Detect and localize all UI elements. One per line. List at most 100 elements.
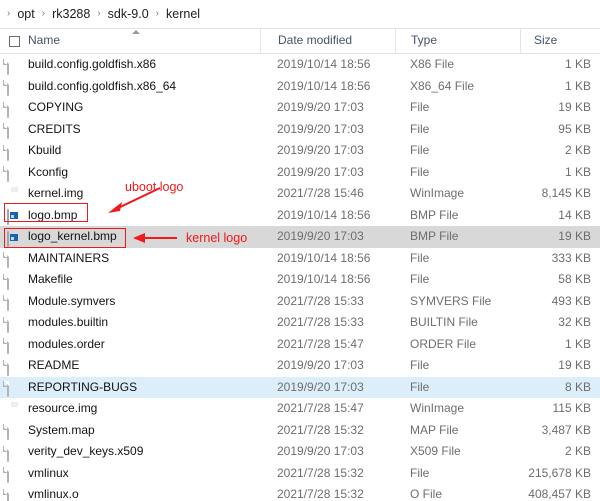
- file-name-cell[interactable]: README: [0, 355, 260, 377]
- file-row[interactable]: CREDITS2019/9/20 17:03File95 KB: [0, 119, 600, 141]
- file-row[interactable]: build.config.goldfish.x86_642019/10/14 1…: [0, 76, 600, 98]
- file-icon-glyph: [7, 102, 9, 118]
- file-row[interactable]: Makefile2019/10/14 18:56File58 KB: [0, 269, 600, 291]
- file-name-cell[interactable]: resource.img: [0, 398, 260, 420]
- file-row[interactable]: logo_kernel.bmp2019/9/20 17:03BMP File19…: [0, 226, 600, 248]
- file-date-modified-cell: 2021/7/28 15:32: [260, 420, 395, 442]
- file-icon-glyph: [7, 295, 9, 311]
- chevron-right-icon: ›: [92, 9, 105, 19]
- file-name-cell[interactable]: REPORTING-BUGS: [0, 377, 260, 399]
- file-type-cell: File: [395, 140, 520, 162]
- file-type-cell: WinImage: [395, 183, 520, 205]
- file-size-cell: 19 KB: [520, 355, 600, 377]
- file-icon: [7, 164, 21, 180]
- column-header-name[interactable]: Name: [0, 28, 260, 54]
- file-name-cell[interactable]: build.config.goldfish.x86: [0, 54, 260, 76]
- file-icon-glyph: [7, 123, 9, 139]
- file-row[interactable]: MAINTAINERS2019/10/14 18:56File333 KB: [0, 248, 600, 270]
- file-row[interactable]: vmlinux.o2021/7/28 15:32O File408,457 KB: [0, 484, 600, 501]
- bmp-icon: [7, 229, 21, 245]
- file-name-cell[interactable]: modules.order: [0, 334, 260, 356]
- file-name-cell[interactable]: Module.symvers: [0, 291, 260, 313]
- file-row[interactable]: Kbuild2019/9/20 17:03File2 KB: [0, 140, 600, 162]
- file-date-modified-cell: 2019/10/14 18:56: [260, 205, 395, 227]
- file-icon: [7, 250, 21, 266]
- file-row[interactable]: modules.order2021/7/28 15:47ORDER File1 …: [0, 334, 600, 356]
- file-date-modified-cell: 2021/7/28 15:32: [260, 463, 395, 485]
- file-date-modified-cell: 2019/9/20 17:03: [260, 119, 395, 141]
- file-name-label: COPYING: [21, 97, 83, 118]
- file-name-cell[interactable]: COPYING: [0, 97, 260, 119]
- file-type-cell: File: [395, 355, 520, 377]
- breadcrumb-item-rk3288[interactable]: rk3288: [50, 6, 92, 22]
- file-icon: [7, 143, 21, 159]
- column-header-date-modified[interactable]: Date modified: [260, 28, 395, 54]
- file-icon-glyph: [7, 489, 9, 501]
- file-type-cell: File: [395, 377, 520, 399]
- file-size-cell: 1 KB: [520, 334, 600, 356]
- file-type-cell: File: [395, 269, 520, 291]
- file-name-cell[interactable]: MAINTAINERS: [0, 248, 260, 270]
- file-icon: [7, 487, 21, 501]
- file-icon-glyph: [7, 381, 9, 397]
- file-row[interactable]: resource.img2021/7/28 15:47WinImage115 K…: [0, 398, 600, 420]
- file-name-label: System.map: [21, 420, 95, 441]
- file-size-cell: 2 KB: [520, 140, 600, 162]
- file-date-modified-cell: 2019/9/20 17:03: [260, 162, 395, 184]
- file-name-cell[interactable]: System.map: [0, 420, 260, 442]
- breadcrumb-item-opt[interactable]: opt: [15, 6, 36, 22]
- file-name-label: MAINTAINERS: [21, 248, 109, 269]
- file-date-modified-cell: 2021/7/28 15:32: [260, 484, 395, 501]
- sort-ascending-icon: [132, 30, 140, 34]
- file-size-cell: 2 KB: [520, 441, 600, 463]
- annotation-label-uboot: uboot logo: [125, 180, 183, 194]
- file-name-cell[interactable]: Makefile: [0, 269, 260, 291]
- file-icon: [7, 315, 21, 331]
- annotation-arrow-kernel: [131, 230, 181, 246]
- file-name-cell[interactable]: vmlinux: [0, 463, 260, 485]
- file-row[interactable]: Module.symvers2021/7/28 15:33SYMVERS Fil…: [0, 291, 600, 313]
- file-row[interactable]: System.map2021/7/28 15:32MAP File3,487 K…: [0, 420, 600, 442]
- file-name-cell[interactable]: Kbuild: [0, 140, 260, 162]
- file-row[interactable]: vmlinux2021/7/28 15:32File215,678 KB: [0, 463, 600, 485]
- breadcrumb-item-kernel[interactable]: kernel: [164, 6, 202, 22]
- file-name-cell[interactable]: build.config.goldfish.x86_64: [0, 76, 260, 98]
- file-row[interactable]: Kconfig2019/9/20 17:03File1 KB: [0, 162, 600, 184]
- file-row[interactable]: logo.bmp2019/10/14 18:56BMP File14 KB: [0, 205, 600, 227]
- file-type-cell: File: [395, 97, 520, 119]
- file-name-cell[interactable]: modules.builtin: [0, 312, 260, 334]
- file-type-cell: File: [395, 463, 520, 485]
- file-size-cell: 3,487 KB: [520, 420, 600, 442]
- file-size-cell: 1 KB: [520, 54, 600, 76]
- column-header-type[interactable]: Type: [395, 28, 520, 54]
- file-row[interactable]: COPYING2019/9/20 17:03File19 KB: [0, 97, 600, 119]
- file-list[interactable]: build.config.goldfish.x86 2019/10/14 18:5…: [0, 54, 600, 501]
- file-row[interactable]: verity_dev_keys.x5092019/9/20 17:03X509 …: [0, 441, 600, 463]
- file-row[interactable]: kernel.img2021/7/28 15:46WinImage8,145 K…: [0, 183, 600, 205]
- file-type-cell: BMP File: [395, 205, 520, 227]
- breadcrumb: › opt › rk3288 › sdk-9.0 › kernel: [0, 0, 600, 28]
- file-size-cell: 493 KB: [520, 291, 600, 313]
- file-date-modified-cell: 2021/7/28 15:33: [260, 312, 395, 334]
- file-row[interactable]: README2019/9/20 17:03File19 KB: [0, 355, 600, 377]
- file-row[interactable]: REPORTING-BUGS2019/9/20 17:03File8 KB: [0, 377, 600, 399]
- file-icon: [7, 379, 21, 395]
- file-name-label: modules.order: [21, 334, 105, 355]
- file-name-cell[interactable]: vmlinux.o: [0, 484, 260, 501]
- file-icon: [7, 272, 21, 288]
- file-name-label: build.config.goldfish.x86: [21, 54, 156, 75]
- file-type-cell: X86_64 File: [395, 76, 520, 98]
- file-type-cell: BMP File: [395, 226, 520, 248]
- file-row[interactable]: modules.builtin2021/7/28 15:33BUILTIN Fi…: [0, 312, 600, 334]
- column-header-size[interactable]: Size: [520, 28, 600, 54]
- file-name-cell[interactable]: CREDITS: [0, 119, 260, 141]
- file-size-cell: 1 KB: [520, 76, 600, 98]
- breadcrumb-item-sdk-9-0[interactable]: sdk-9.0: [106, 6, 151, 22]
- file-name-label: REPORTING-BUGS: [21, 377, 137, 398]
- file-type-cell: File: [395, 162, 520, 184]
- file-icon: [7, 100, 21, 116]
- file-name-label: Kbuild: [21, 140, 61, 161]
- file-row[interactable]: build.config.goldfish.x862019/10/14 18:5…: [0, 54, 600, 76]
- bmp-icon: [7, 207, 21, 223]
- file-name-cell[interactable]: verity_dev_keys.x509: [0, 441, 260, 463]
